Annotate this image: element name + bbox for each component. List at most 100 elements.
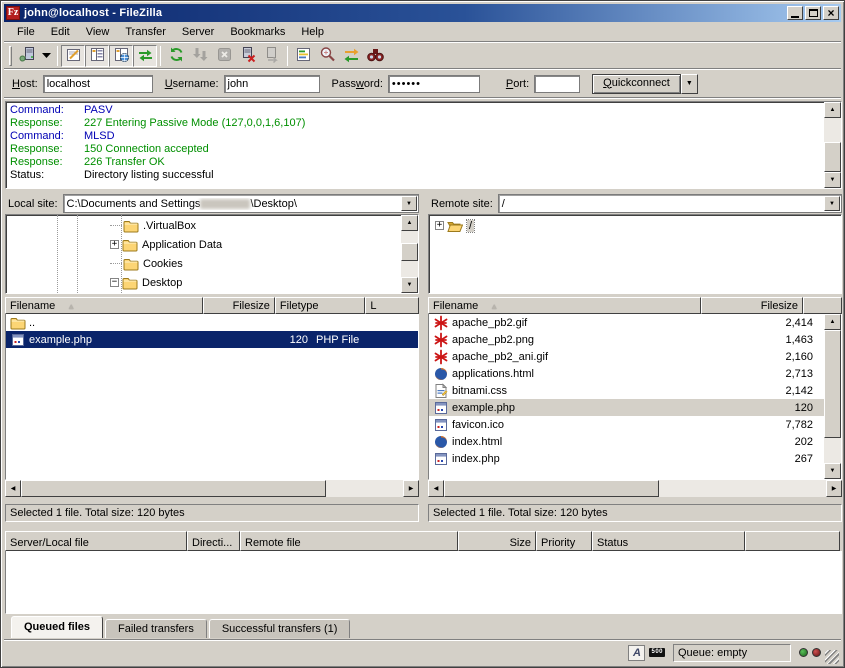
- toolbar-separator: [57, 46, 58, 66]
- toggle-local-tree-button[interactable]: [85, 45, 109, 67]
- tree-item[interactable]: − Desktop: [6, 273, 401, 292]
- local-tree-scrollbar[interactable]: ▲ ▼: [401, 215, 418, 293]
- remote-site-combo[interactable]: / ▼: [498, 194, 842, 213]
- column-header-filename[interactable]: Filename▲: [5, 297, 203, 314]
- toolbar-grip[interactable]: [9, 46, 12, 66]
- queue-body[interactable]: [5, 551, 842, 614]
- menu-item-transfer[interactable]: Transfer: [118, 24, 173, 40]
- tree-scroll-thumb[interactable]: [401, 243, 418, 261]
- scroll-right-icon[interactable]: ▶: [403, 480, 419, 497]
- column-header-status[interactable]: Status: [592, 531, 745, 551]
- column-header-server-local-file[interactable]: Server/Local file: [5, 531, 187, 551]
- menu-item-server[interactable]: Server: [175, 24, 221, 40]
- directory-filters-button[interactable]: [291, 45, 315, 67]
- file-row[interactable]: index.php267: [429, 450, 824, 467]
- column-header-blank[interactable]: [745, 531, 840, 551]
- toggle-transfer-queue-button[interactable]: [133, 45, 157, 67]
- quickconnect-button[interactable]: Quickconnect: [592, 74, 681, 94]
- file-row[interactable]: apache_pb2.gif2,414: [429, 314, 824, 331]
- menu-item-bookmarks[interactable]: Bookmarks: [223, 24, 292, 40]
- site-manager-dropdown-button[interactable]: [39, 45, 54, 67]
- tree-item[interactable]: .VirtualBox: [6, 216, 401, 235]
- password-input[interactable]: ••••••: [388, 75, 480, 93]
- scroll-up-icon[interactable]: ▲: [401, 215, 418, 231]
- log-line-text: PASV: [84, 104, 113, 117]
- column-header-remote-file[interactable]: Remote file: [240, 531, 458, 551]
- quickconnect-dropdown-button[interactable]: ▼: [681, 74, 698, 94]
- port-input[interactable]: [534, 75, 580, 93]
- tree-expander-minus-icon[interactable]: −: [110, 278, 119, 287]
- menu-item-help[interactable]: Help: [294, 24, 331, 40]
- refresh-button[interactable]: [164, 45, 188, 67]
- tree-expander-plus-icon[interactable]: +: [110, 240, 119, 249]
- column-header-blank[interactable]: [803, 297, 842, 314]
- tree-item-label: Desktop: [142, 277, 182, 289]
- file-row[interactable]: apache_pb2.png1,463: [429, 331, 824, 348]
- resize-grip[interactable]: [825, 650, 839, 664]
- file-row[interactable]: applications.html2,713: [429, 365, 824, 382]
- file-row[interactable]: bitnami.css2,142: [429, 382, 824, 399]
- hscroll-thumb[interactable]: [21, 480, 326, 497]
- minimize-button[interactable]: [787, 6, 803, 20]
- scroll-right-icon[interactable]: ▶: [826, 480, 842, 497]
- title-bar[interactable]: Fz john@localhost - FileZilla ×: [4, 4, 841, 22]
- menu-item-edit[interactable]: Edit: [44, 24, 77, 40]
- scroll-left-icon[interactable]: ◀: [5, 480, 21, 497]
- vscroll-thumb[interactable]: [824, 330, 841, 438]
- find-files-button[interactable]: [363, 45, 387, 67]
- column-header-priority[interactable]: Priority: [536, 531, 592, 551]
- tree-item-label: Cookies: [143, 258, 183, 270]
- file-row[interactable]: apache_pb2_ani.gif2,160: [429, 348, 824, 365]
- menu-item-view[interactable]: View: [79, 24, 117, 40]
- filename-text: example.php: [452, 402, 515, 414]
- scroll-down-icon[interactable]: ▼: [824, 172, 841, 188]
- disconnect-button[interactable]: [236, 45, 260, 67]
- column-header-directi-[interactable]: Directi...: [187, 531, 240, 551]
- remote-list-hscrollbar[interactable]: ◀ ▶: [428, 480, 842, 497]
- toggle-remote-tree-button[interactable]: [109, 45, 133, 67]
- combo-dropdown-icon[interactable]: ▼: [824, 196, 840, 211]
- site-manager-button[interactable]: [15, 45, 39, 67]
- scroll-up-icon[interactable]: ▲: [824, 102, 841, 118]
- maximize-button[interactable]: [805, 6, 821, 20]
- folder-icon: [123, 257, 139, 271]
- tree-item[interactable]: Cookies: [6, 254, 401, 273]
- tree-item[interactable]: +Application Data: [6, 235, 401, 254]
- directory-comparison-button[interactable]: [315, 45, 339, 67]
- tab-successful-transfers-1-[interactable]: Successful transfers (1): [209, 619, 351, 638]
- column-header-filetype[interactable]: Filetype: [275, 297, 365, 314]
- local-site-combo[interactable]: C:\Documents and Settings\Desktop\ ▼: [63, 194, 419, 213]
- local-list-hscrollbar[interactable]: ◀ ▶: [5, 480, 419, 497]
- filesize-cell: 120: [712, 399, 817, 416]
- close-button[interactable]: ×: [823, 6, 839, 20]
- host-input[interactable]: localhost: [43, 75, 153, 93]
- toggle-message-log-button[interactable]: [61, 45, 85, 67]
- column-header-filesize[interactable]: Filesize: [203, 297, 275, 314]
- file-row[interactable]: index.html202: [429, 433, 824, 450]
- combo-dropdown-icon[interactable]: ▼: [401, 196, 417, 211]
- hscroll-thumb[interactable]: [444, 480, 659, 497]
- tab-queued-files[interactable]: Queued files: [11, 616, 103, 638]
- log-line-text: 227 Entering Passive Mode (127,0,0,1,6,1…: [84, 117, 305, 130]
- file-row[interactable]: favicon.ico7,782: [429, 416, 824, 433]
- file-row[interactable]: example.php 120: [429, 399, 824, 416]
- scroll-down-icon[interactable]: ▼: [824, 463, 841, 479]
- tree-item[interactable]: +/: [429, 216, 841, 235]
- scroll-down-icon[interactable]: ▼: [401, 277, 418, 293]
- tree-expander-plus-icon[interactable]: +: [435, 221, 444, 230]
- column-header-filesize[interactable]: Filesize: [701, 297, 803, 314]
- column-header-size[interactable]: Size: [458, 531, 536, 551]
- scroll-left-icon[interactable]: ◀: [428, 480, 444, 497]
- file-row[interactable]: ..: [6, 314, 418, 331]
- tab-failed-transfers[interactable]: Failed transfers: [105, 619, 207, 638]
- remote-list-vscrollbar[interactable]: ▲ ▼: [824, 314, 841, 479]
- column-header-l[interactable]: L: [365, 297, 419, 314]
- scroll-up-icon[interactable]: ▲: [824, 314, 841, 330]
- column-header-filename[interactable]: Filename▲: [428, 297, 701, 314]
- username-input[interactable]: john: [224, 75, 320, 93]
- log-scroll-thumb[interactable]: [824, 142, 841, 172]
- file-row[interactable]: example.php120PHP File1: [6, 331, 418, 348]
- menu-item-file[interactable]: File: [10, 24, 42, 40]
- synchronized-browsing-button[interactable]: [339, 45, 363, 67]
- log-scrollbar[interactable]: ▲ ▼: [824, 102, 841, 188]
